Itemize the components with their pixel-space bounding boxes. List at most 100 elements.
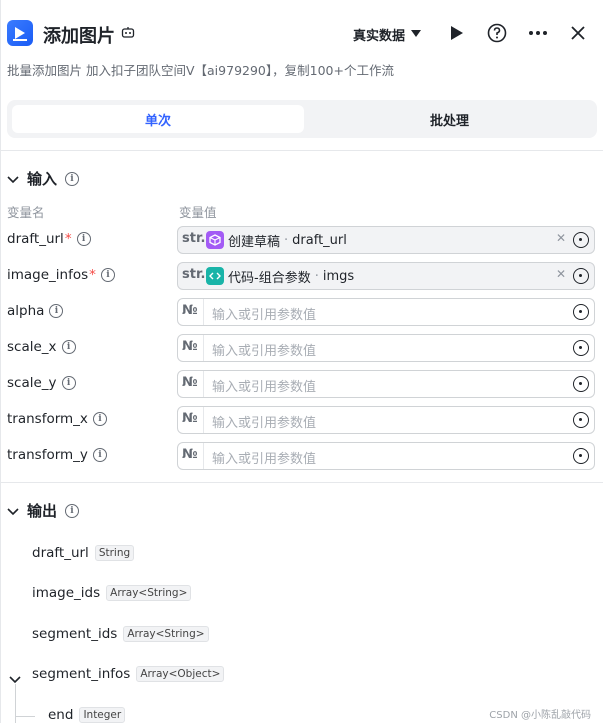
ref-variable: draft_url	[292, 232, 347, 248]
info-icon[interactable]: i	[76, 232, 91, 246]
output-section-header[interactable]: 输出 i	[7, 500, 80, 521]
param-value-alpha[interactable]: № 输入或引用参数值	[177, 298, 595, 326]
mode-tabs: 单次 批处理	[7, 100, 597, 138]
param-value-image-infos[interactable]: str. 代码-组合参数 · imgs ✕	[177, 262, 595, 290]
variable-select-icon[interactable]	[573, 448, 589, 464]
tab-single[interactable]: 单次	[12, 105, 304, 133]
type-tag: str.	[182, 267, 206, 282]
variable-select-icon[interactable]	[573, 304, 589, 320]
param-value-scale-y[interactable]: № 输入或引用参数值	[177, 370, 595, 398]
output-type-badge: Integer	[79, 707, 126, 723]
type-tag: №	[182, 339, 198, 354]
output-type-badge: Array<String>	[123, 626, 209, 642]
clear-icon[interactable]: ✕	[556, 231, 566, 245]
info-icon[interactable]: i	[65, 503, 80, 518]
type-tag: №	[182, 303, 198, 318]
required-marker: *	[89, 267, 96, 283]
param-value-scale-x[interactable]: № 输入或引用参数值	[177, 334, 595, 362]
ref-source: 创建草稿	[228, 234, 281, 250]
type-separator	[203, 407, 204, 433]
watermark: CSDN @小陈乱敲代码	[489, 710, 591, 721]
variable-select-icon[interactable]	[573, 268, 589, 284]
output-type-badge: Array<String>	[106, 585, 192, 601]
param-label-scale-y: scale_y i	[7, 375, 76, 391]
play-icon[interactable]	[447, 23, 467, 43]
ref-source: 代码-组合参数	[228, 270, 311, 286]
param-name: transform_y	[7, 447, 88, 463]
ref-variable: imgs	[322, 268, 355, 284]
output-name: end	[48, 707, 74, 723]
param-name: scale_y	[7, 375, 57, 391]
bot-icon[interactable]	[121, 26, 135, 40]
reference-chip[interactable]: 代码-组合参数 · imgs	[206, 266, 354, 286]
col-header-name: 变量名	[7, 205, 45, 220]
param-value-transform-x[interactable]: № 输入或引用参数值	[177, 406, 595, 434]
input-section-header[interactable]: 输入 i	[7, 168, 80, 189]
variable-select-icon[interactable]	[573, 232, 589, 248]
param-label-image-infos: image_infos * i	[7, 267, 115, 283]
placeholder: 输入或引用参数值	[212, 452, 317, 467]
tab-batch[interactable]: 批处理	[307, 105, 592, 133]
clear-icon[interactable]: ✕	[556, 267, 566, 281]
page-title: 添加图片	[43, 26, 115, 47]
output-child-item: end Integer	[48, 707, 126, 723]
info-icon[interactable]: i	[100, 268, 115, 282]
node-config-panel: 添加图片 真实数据 批量添加图片 加入扣子团队空间V【ai979290】，复制1…	[0, 0, 603, 723]
type-separator	[203, 371, 204, 397]
param-name: draft_url	[7, 231, 64, 247]
more-icon[interactable]	[528, 23, 548, 43]
placeholder: 输入或引用参数值	[212, 308, 317, 323]
datasource-label: 真实数据	[353, 29, 406, 44]
close-icon[interactable]	[568, 23, 588, 43]
info-icon[interactable]: i	[49, 304, 64, 318]
type-separator	[203, 335, 204, 361]
node-description: 批量添加图片 加入扣子团队空间V【ai979290】，复制100+个工作流	[7, 63, 394, 78]
code-icon	[206, 267, 224, 285]
info-icon[interactable]: i	[92, 448, 107, 462]
placeholder: 输入或引用参数值	[212, 380, 317, 395]
type-tag: №	[182, 447, 198, 462]
param-label-scale-x: scale_x i	[7, 339, 76, 355]
output-type-badge: String	[94, 545, 135, 561]
type-tag: str.	[182, 231, 206, 246]
param-name: image_infos	[7, 267, 89, 283]
output-type-badge: Array<Object>	[136, 666, 225, 682]
info-icon[interactable]: i	[65, 171, 80, 186]
variable-select-icon[interactable]	[573, 340, 589, 356]
ref-separator: ·	[314, 268, 319, 284]
param-value-transform-y[interactable]: № 输入或引用参数值	[177, 442, 595, 470]
cube-icon	[206, 231, 224, 249]
caret-down-icon	[411, 27, 422, 42]
output-item: segment_ids Array<String>	[32, 626, 209, 642]
variable-select-icon[interactable]	[573, 376, 589, 392]
param-label-alpha: alpha i	[7, 303, 64, 319]
param-value-draft-url[interactable]: str. 创建草稿 · draft_url ✕	[177, 226, 595, 254]
datasource-dropdown[interactable]: 真实数据	[353, 25, 422, 44]
tree-connector	[15, 716, 35, 717]
divider	[1, 482, 603, 483]
output-name: segment_infos	[32, 666, 131, 682]
info-icon[interactable]: i	[61, 376, 76, 390]
reference-chip[interactable]: 创建草稿 · draft_url	[206, 230, 347, 250]
param-label-transform-x: transform_x i	[7, 411, 107, 427]
info-icon[interactable]: i	[61, 340, 76, 354]
col-header-value: 变量值	[179, 205, 217, 220]
type-tag: №	[182, 375, 198, 390]
help-icon[interactable]	[487, 23, 507, 43]
type-separator	[203, 443, 204, 469]
output-name: segment_ids	[32, 626, 118, 642]
app-logo-icon	[7, 20, 33, 46]
output-item: draft_url String	[32, 545, 135, 561]
param-name: alpha	[7, 303, 45, 319]
param-name: transform_x	[7, 411, 88, 427]
variable-select-icon[interactable]	[573, 412, 589, 428]
required-marker: *	[64, 231, 72, 247]
param-label-draft-url: draft_url * i	[7, 231, 91, 247]
output-item-segment-infos[interactable]: segment_infos Array<Object>	[32, 666, 225, 682]
info-icon[interactable]: i	[92, 412, 107, 426]
ref-separator: ·	[284, 232, 289, 248]
chevron-down-icon	[7, 170, 19, 188]
output-name: image_ids	[32, 585, 101, 601]
output-section-title: 输出	[27, 502, 58, 520]
divider	[1, 150, 603, 151]
